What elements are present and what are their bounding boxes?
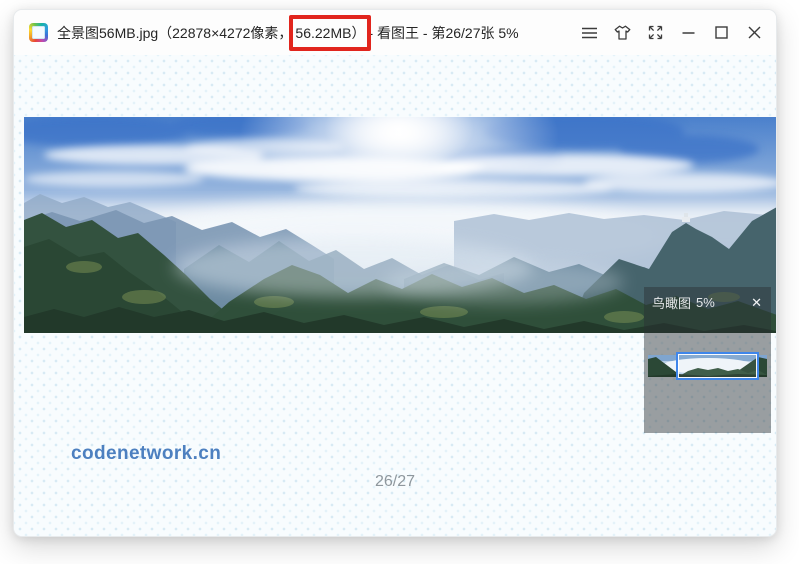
title-bar[interactable]: 全景图56MB.jpg（22878×4272像素， 56.22MB） - 看图王… [14,10,776,55]
app-logo-icon [29,23,48,42]
maximize-icon[interactable] [711,20,731,46]
birdseye-zoom-level: 5% [696,295,715,310]
page-indicator: 26/27 [14,473,776,491]
viewer-canvas: 鸟瞰图 5% ✕ codenetwork.cn 26/27 [14,55,776,536]
title-segment-before: 全景图56MB.jpg（22878×4272像素， [57,23,292,43]
mountain-top-building [682,217,690,222]
title-segment-after: - 看图王 - 第26/27张 5% [368,23,518,43]
menu-icon[interactable] [579,20,599,46]
title-segment-filesize: 56.22MB） [292,23,368,43]
birdseye-close-icon[interactable]: ✕ [749,296,764,309]
picture-viewer-window: 全景图56MB.jpg（22878×4272像素， 56.22MB） - 看图王… [13,9,777,537]
birdseye-title: 鸟瞰图 [652,293,691,312]
tshirt-skin-icon[interactable] [612,20,632,46]
birdseye-header: 鸟瞰图 5% ✕ [644,287,771,316]
birdseye-viewport-handle[interactable] [676,352,759,380]
close-icon[interactable] [744,20,764,46]
window-title: 全景图56MB.jpg（22878×4272像素， 56.22MB） - 看图王… [57,23,519,43]
expand-arrows-icon[interactable] [645,20,665,46]
birdseye-thumbnail[interactable] [648,355,767,377]
minimize-icon[interactable] [678,20,698,46]
watermark-text: codenetwork.cn [71,443,221,465]
birdseye-panel: 鸟瞰图 5% ✕ [644,287,771,433]
window-controls [579,20,764,46]
